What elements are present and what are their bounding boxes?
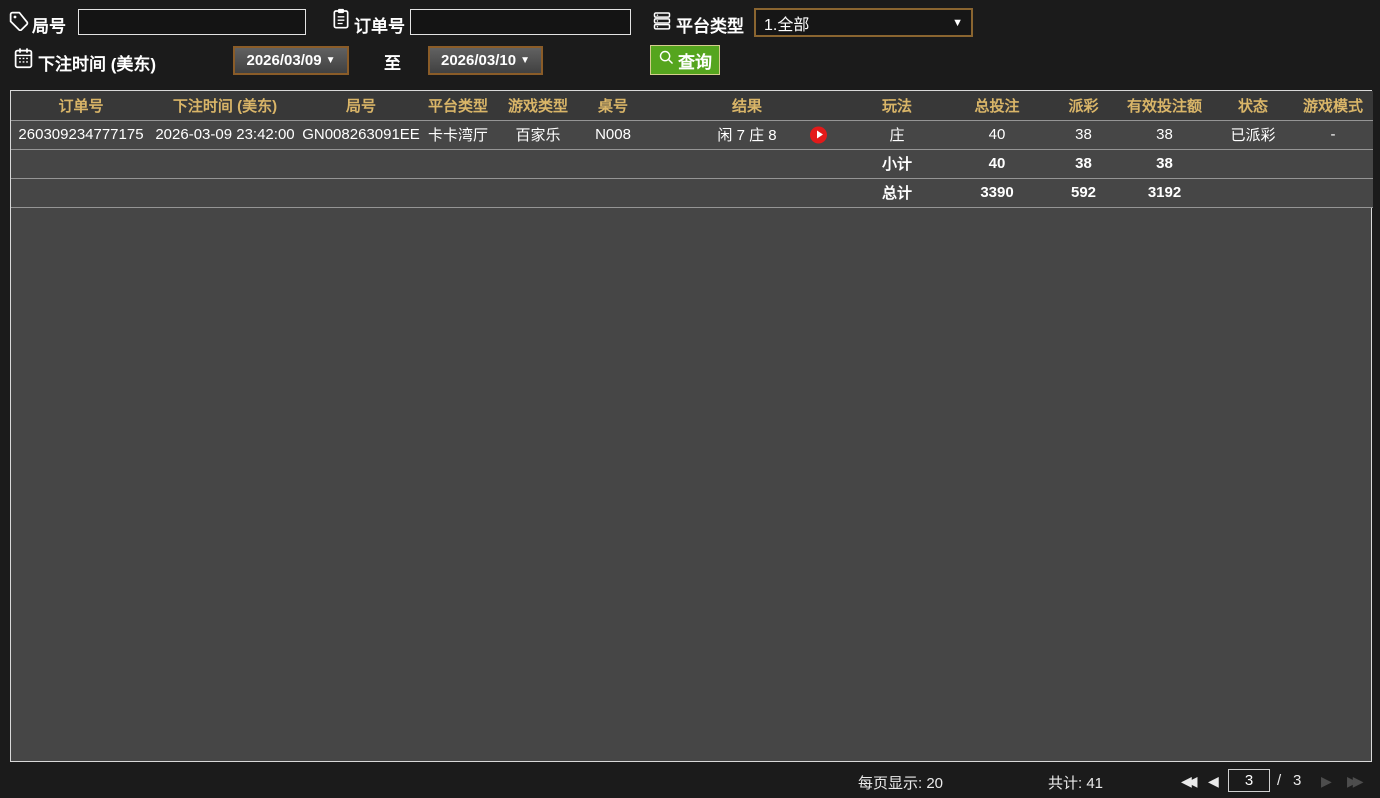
per-page-label: 每页显示: 20 [858,772,943,793]
cell-play: 庄 [851,120,943,149]
table-header-row: 订单号 下注时间 (美东) 局号 平台类型 游戏类型 桌号 结果 玩法 总投注 … [11,91,1373,120]
next-page-button[interactable]: ▶ [1321,773,1332,790]
order-no-input[interactable] [410,9,631,35]
cell-platform: 卡卡湾厅 [423,120,493,149]
last-page-button[interactable]: ▶▶ [1347,773,1364,790]
status-badge: 已派彩 [1213,120,1293,149]
cell-bet-time: 2026-03-09 23:42:00 [151,120,299,149]
game-no-input[interactable] [78,9,306,35]
col-header-order-no: 订单号 [11,91,151,120]
cell-payout: 38 [1051,120,1116,149]
total-pages-label: 3 [1293,772,1301,789]
col-header-game-no: 局号 [299,91,423,120]
total-valid-bet: 3192 [1116,178,1213,207]
total-total-bet: 3390 [943,178,1051,207]
date-range-to-label: 至 [384,49,401,74]
platform-type-value: 1.全部 [764,11,809,35]
total-payout: 592 [1051,178,1116,207]
col-header-game-mode: 游戏模式 [1293,91,1373,120]
game-no-label: 局号 [32,12,66,37]
col-header-total-bet: 总投注 [943,91,1051,120]
subtotal-row: 小计 40 38 38 [11,149,1373,178]
chevron-down-icon: ▼ [520,55,530,66]
query-button-label: 查询 [678,48,712,73]
tag-icon [8,10,29,36]
play-video-icon[interactable] [810,126,827,143]
cell-game-no: GN008263091EE [299,120,423,149]
cell-result: 闲 7 庄 8 [643,120,851,149]
col-header-platform: 平台类型 [423,91,493,120]
date-from-value: 2026/03/09 [247,52,322,69]
col-header-valid-bet: 有效投注额 [1116,91,1213,120]
col-header-result: 结果 [643,91,851,120]
search-icon [658,49,675,71]
clipboard-icon [331,7,351,35]
page-separator: / [1277,772,1281,789]
result-text: 闲 7 庄 8 [717,127,776,144]
col-header-bet-time: 下注时间 (美东) [151,91,299,120]
subtotal-payout: 38 [1051,149,1116,178]
query-button[interactable]: 查询 [650,45,720,75]
bet-time-filter-label: 下注时间 (美东) [38,50,156,75]
total-label: 总计 [851,178,943,207]
first-page-button[interactable]: ◀◀ [1181,773,1198,790]
cell-valid-bet: 38 [1116,120,1213,149]
subtotal-total-bet: 40 [943,149,1051,178]
prev-page-button[interactable]: ◀ [1208,773,1219,790]
subtotal-valid-bet: 38 [1116,149,1213,178]
date-to-value: 2026/03/10 [441,52,516,69]
page-number-input[interactable] [1228,769,1270,792]
date-to-picker[interactable]: 2026/03/10 ▼ [428,46,543,75]
cell-game-type: 百家乐 [493,120,583,149]
calendar-icon [13,47,34,74]
platform-type-select[interactable]: 1.全部 ▼ [754,8,973,37]
cell-game-mode: - [1293,120,1373,149]
table-row: 260309234777175 2026-03-09 23:42:00 GN00… [11,120,1373,149]
total-row: 总计 3390 592 3192 [11,178,1373,207]
date-from-picker[interactable]: 2026/03/09 ▼ [233,46,349,75]
col-header-play: 玩法 [851,91,943,120]
col-header-table-no: 桌号 [583,91,643,120]
cell-total-bet: 40 [943,120,1051,149]
subtotal-label: 小计 [851,149,943,178]
chevron-down-icon: ▼ [952,17,963,29]
cell-order-no: 260309234777175 [11,120,151,149]
col-header-payout: 派彩 [1051,91,1116,120]
col-header-status: 状态 [1213,91,1293,120]
bet-records-table: 订单号 下注时间 (美东) 局号 平台类型 游戏类型 桌号 结果 玩法 总投注 … [10,90,1372,762]
order-no-label: 订单号 [354,12,405,37]
platform-stack-icon [652,10,672,36]
chevron-down-icon: ▼ [326,55,336,66]
platform-type-label: 平台类型 [676,12,744,37]
col-header-game-type: 游戏类型 [493,91,583,120]
total-count-label: 共计: 41 [1048,772,1103,793]
cell-table-no: N008 [583,120,643,149]
